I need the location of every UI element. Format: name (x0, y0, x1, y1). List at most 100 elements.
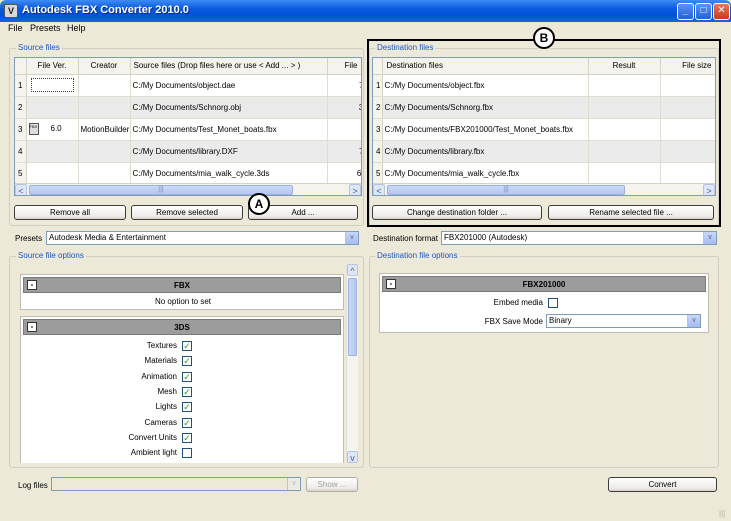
fbx-options-header[interactable]: - FBX (23, 277, 341, 293)
scroll-left-arrow-icon[interactable]: < (15, 184, 27, 195)
chevron-down-icon[interactable]: v (287, 478, 300, 490)
option-label: Animation (141, 371, 177, 381)
source-horizontal-scrollbar[interactable]: < ||| > (15, 183, 361, 195)
fbx-save-mode-value: Binary (549, 316, 572, 325)
3ds-options-header[interactable]: - 3DS (23, 319, 341, 335)
file-size-cell[interactable]: 2.4 (327, 118, 361, 141)
file-size-cell[interactable]: 79.: (327, 74, 361, 97)
source-path-cell[interactable]: C:/My Documents/Test_Monet_boats.fbx (130, 118, 328, 141)
option-label: Cameras (144, 417, 177, 427)
option-checkbox[interactable]: ✓ (182, 356, 192, 367)
menu-presets[interactable]: Presets (30, 23, 61, 33)
option-row: Materials ✓ (21, 356, 345, 370)
table-row[interactable]: 1 C:/My Documents/object.dae 79.: (15, 74, 361, 97)
file-size-cell[interactable]: 72.: (327, 140, 361, 163)
app-icon[interactable]: V (4, 4, 18, 18)
collapse-icon[interactable]: - (27, 280, 37, 290)
source-options-vertical-scrollbar[interactable]: ^ v (346, 264, 358, 463)
presets-value: Autodesk Media & Entertainment (49, 233, 166, 242)
chevron-down-icon[interactable]: v (687, 315, 700, 327)
column-header-source-files[interactable]: Source files (Drop files here or use < A… (130, 58, 328, 75)
file-ver-cell[interactable] (26, 96, 79, 119)
presets-dropdown[interactable]: Autodesk Media & Entertainment v (46, 231, 359, 245)
source-options-scroll-area[interactable]: - FBX No option to set - 3DS Textures ✓ Ma… (18, 264, 358, 463)
source-path-cell[interactable]: C:/My Documents/object.dae (130, 74, 328, 97)
row-number[interactable]: 2 (15, 96, 27, 119)
menu-file[interactable]: File (8, 23, 23, 33)
source-path-cell[interactable]: C:/My Documents/library.DXF (130, 140, 328, 163)
option-label: Lights (155, 402, 177, 412)
creator-cell[interactable] (78, 162, 131, 185)
show-log-button[interactable]: Show ... (306, 477, 358, 492)
option-checkbox[interactable]: ✓ (182, 371, 192, 382)
option-checkbox[interactable]: ✓ (182, 386, 192, 397)
log-files-dropdown[interactable]: v (51, 477, 301, 491)
destination-options-label: Destination file options (375, 251, 460, 260)
source-files-label: Source files (16, 43, 62, 52)
remove-all-button[interactable]: Remove all (14, 205, 126, 220)
scroll-down-arrow-icon[interactable]: v (347, 451, 358, 463)
resize-grip-icon[interactable]: ||| (719, 509, 729, 519)
chevron-down-icon[interactable]: v (703, 232, 716, 244)
file-size-cell[interactable]: 38.( (327, 96, 361, 119)
option-row: Cameras ✓ (21, 417, 345, 432)
collapse-icon[interactable]: - (386, 279, 396, 289)
remove-selected-button[interactable]: Remove selected (131, 205, 243, 220)
creator-cell[interactable]: MotionBuilder (78, 118, 131, 141)
fbx201000-options-header[interactable]: - FBX201000 (382, 276, 706, 292)
file-ver-cell[interactable]: FBX 6.0 (26, 118, 79, 141)
option-label: Textures (146, 341, 177, 350)
fbx-file-icon-label: FBX (29, 124, 38, 129)
column-header-file-size[interactable]: File (327, 58, 361, 75)
3ds-options-panel: - 3DS Textures ✓ Materials ✓ Animation ✓ Mesh ✓… (20, 316, 344, 463)
scroll-thumb[interactable] (348, 278, 357, 356)
embed-media-checkbox[interactable] (548, 298, 558, 308)
close-button[interactable]: ✕ (713, 3, 730, 20)
column-header-creator[interactable]: Creator (78, 58, 131, 75)
destination-format-dropdown[interactable]: FBX201000 (Autodesk) v (441, 231, 717, 245)
option-checkbox[interactable]: ✓ (182, 341, 192, 351)
fbx-save-mode-dropdown[interactable]: Binary v (546, 314, 701, 328)
option-row: Ambient light (21, 448, 345, 462)
file-ver-cell[interactable] (26, 140, 79, 163)
option-checkbox[interactable]: ✓ (182, 417, 192, 428)
table-row[interactable]: 4 C:/My Documents/library.DXF 72.: (15, 140, 361, 163)
option-row: Convert Units ✓ (21, 432, 345, 447)
convert-button[interactable]: Convert (608, 477, 717, 492)
option-label: Materials (144, 356, 177, 366)
table-row[interactable]: 5 C:/My Documents/mia_walk_cycle.3ds 640… (15, 162, 361, 185)
fbx-no-option-text: No option to set (154, 297, 212, 306)
column-header-file-ver[interactable]: File Ver. (26, 58, 79, 75)
maximize-button[interactable]: □ (695, 3, 712, 20)
embed-media-label: Embed media (493, 298, 543, 307)
callout-a: A (248, 193, 270, 215)
creator-cell[interactable] (78, 96, 131, 119)
source-path-cell[interactable]: C:/My Documents/Schnorg.obj (130, 96, 328, 119)
row-number[interactable]: 1 (15, 74, 27, 97)
source-path-cell[interactable]: C:/My Documents/mia_walk_cycle.3ds (130, 162, 328, 185)
fbx-file-icon: FBX (28, 123, 39, 135)
chevron-down-icon[interactable]: v (345, 232, 358, 244)
file-ver-cell[interactable] (26, 162, 79, 185)
creator-cell[interactable] (78, 74, 131, 97)
file-size-cell[interactable]: 640. (327, 162, 361, 185)
table-row[interactable]: 2 C:/My Documents/Schnorg.obj 38.( (15, 96, 361, 119)
source-files-grid[interactable]: File Ver. Creator Source files (Drop fil… (14, 57, 362, 196)
scroll-right-arrow-icon[interactable]: > (349, 184, 361, 195)
minimize-button[interactable]: _ (677, 3, 694, 20)
option-checkbox[interactable] (182, 448, 192, 459)
option-checkbox[interactable]: ✓ (182, 402, 192, 413)
file-ver-cell[interactable] (26, 74, 79, 97)
option-checkbox[interactable]: ✓ (182, 432, 192, 443)
row-number[interactable]: 5 (15, 162, 27, 185)
collapse-icon[interactable]: - (27, 322, 37, 332)
scroll-up-arrow-icon[interactable]: ^ (347, 264, 358, 276)
3ds-options-title: 3DS (174, 323, 190, 332)
row-number[interactable]: 4 (15, 140, 27, 163)
creator-cell[interactable] (78, 140, 131, 163)
title-bar[interactable]: V Autodesk FBX Converter 2010.0 _ □ ✕ (0, 0, 731, 22)
menu-help[interactable]: Help (67, 23, 86, 33)
table-row[interactable]: 3 FBX 6.0 MotionBuilder C:/My Documents/T… (15, 118, 361, 141)
row-number[interactable]: 3 (15, 118, 27, 141)
option-label: Ambient light (130, 448, 177, 458)
